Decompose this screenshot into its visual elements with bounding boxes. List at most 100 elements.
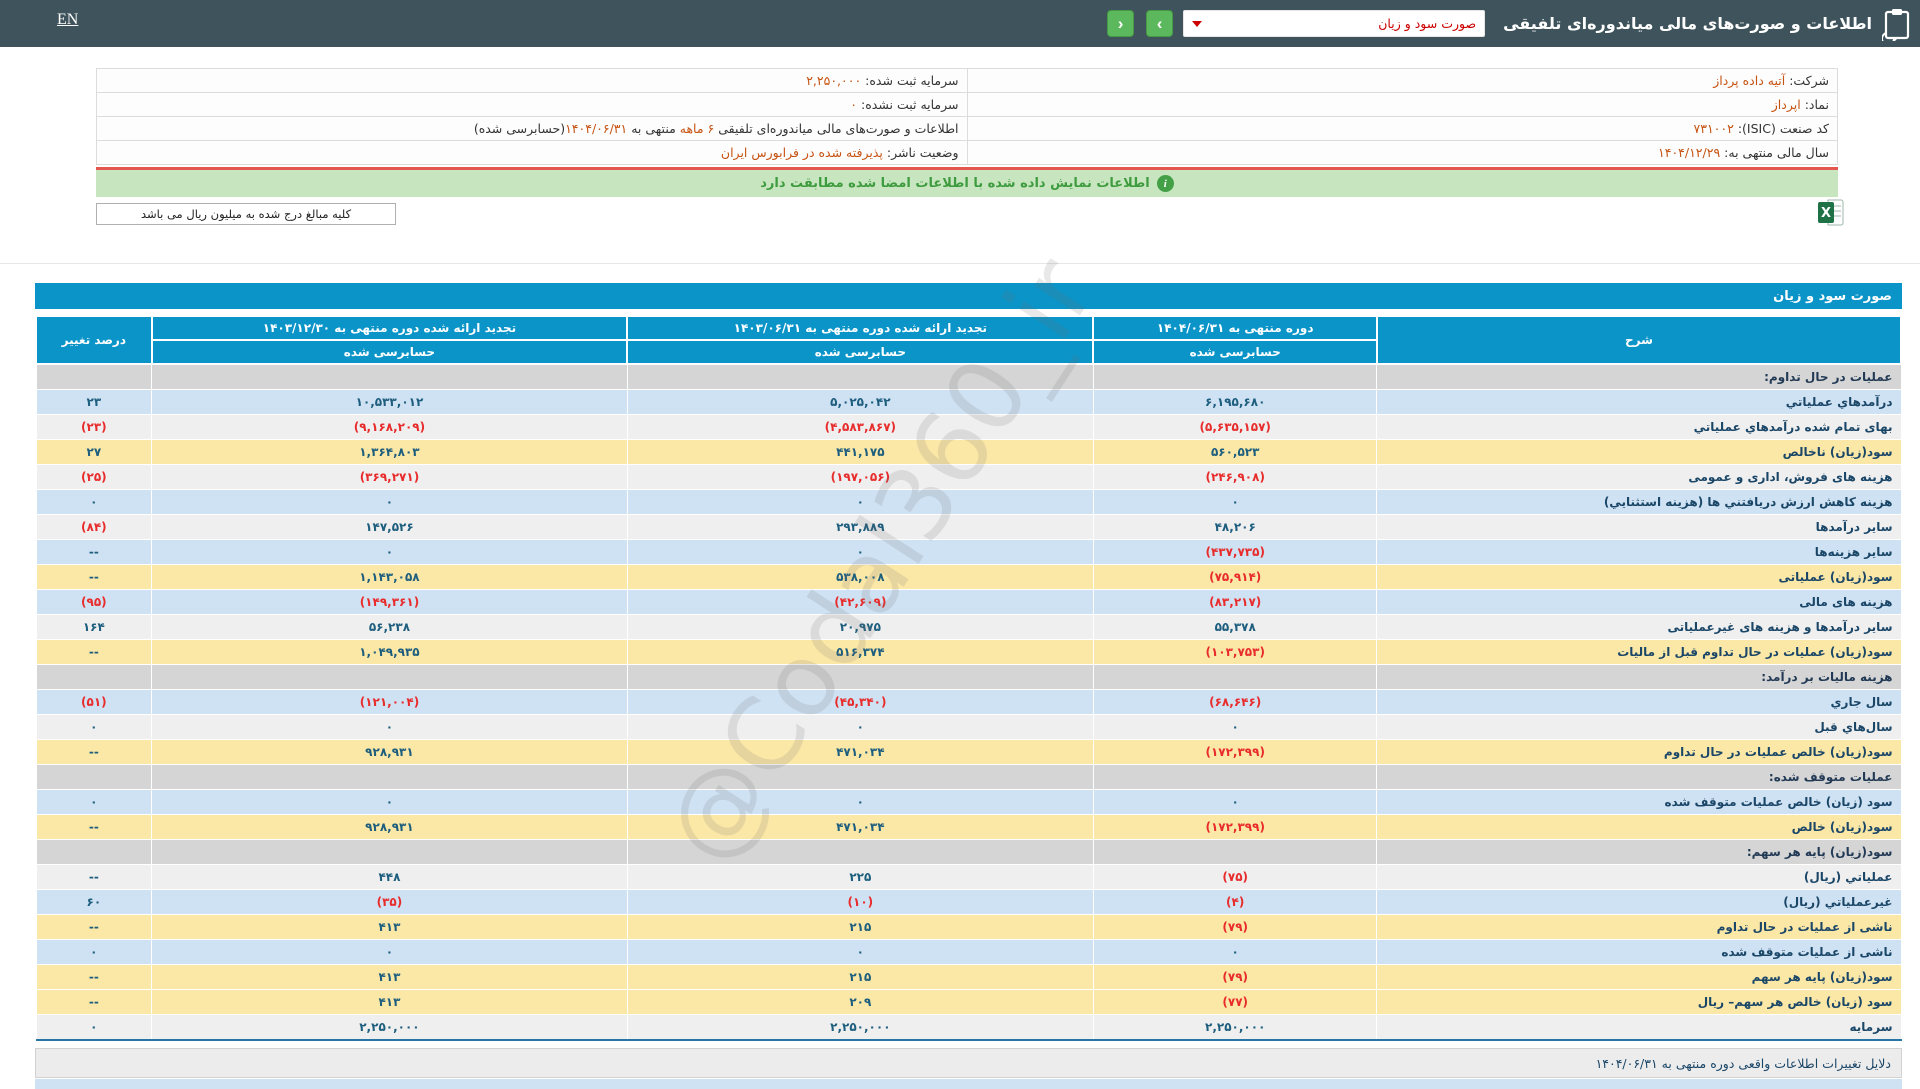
percent-change-cell: --	[36, 740, 152, 765]
row-label: سود (زیان) خالص عملیات متوقف شده	[1377, 790, 1901, 815]
col-header-description: شرح	[1377, 316, 1901, 364]
value-cell: ۵۶۰,۵۲۳	[1093, 440, 1376, 465]
statement-row: هزینه کاهش ارزش دریافتني ها (هزینه استثن…	[36, 490, 1901, 515]
percent-change-cell: ۰	[36, 790, 152, 815]
section-empty-cell	[152, 665, 628, 690]
value-cell: (۳۶۹,۲۷۱)	[152, 465, 628, 490]
info-row: سال مالی منتهی به:۱۴۰۴/۱۲/۲۹وضعیت ناشر:پ…	[97, 141, 1838, 165]
info-cell: سال مالی منتهی به: ۱۴۰۴/۱۲/۲۹	[967, 141, 1838, 165]
percent-change-cell: (۲۵)	[36, 465, 152, 490]
value-cell: ۰	[152, 940, 628, 965]
percent-change-cell: (۲۳)	[36, 415, 152, 440]
prev-report-button[interactable]: ‹	[1107, 10, 1134, 37]
clipboard-icon	[1882, 7, 1912, 41]
report-select[interactable]: صورت سود و زیان	[1183, 10, 1485, 37]
value-cell: ۲۱۵	[627, 965, 1093, 990]
info-value: ۷۳۱۰۰۲	[1694, 121, 1734, 136]
row-label: سود(زیان) ناخالص	[1377, 440, 1901, 465]
value-cell: (۹,۱۶۸,۲۰۹)	[152, 415, 628, 440]
value-cell: ۰	[627, 540, 1093, 565]
section-empty-cell	[152, 765, 628, 790]
row-label: سود(زیان) پایه هر سهم	[1377, 965, 1901, 990]
percent-change-cell: (۹۵)	[36, 590, 152, 615]
value-cell: ۱۰,۵۳۳,۰۱۲	[152, 390, 628, 415]
section-empty-cell	[152, 840, 628, 865]
company-info-table: شرکت:آتیه داده پردازسرمایه ثبت شده:۲,۲۵۰…	[96, 68, 1838, 165]
percent-change-cell: ۱۶۴	[36, 615, 152, 640]
value-cell: ۲,۲۵۰,۰۰۰	[1093, 1015, 1376, 1041]
row-label: سود (زیان) خالص هر سهم– ریال	[1377, 990, 1901, 1015]
language-en-link[interactable]: EN	[57, 11, 78, 29]
row-label: ناشی از عملیات متوقف شده	[1377, 940, 1901, 965]
info-label: سرمایه ثبت نشده:	[861, 97, 958, 112]
info-label: منتهی به	[627, 121, 680, 136]
value-cell: (۵,۶۳۵,۱۵۷)	[1093, 415, 1376, 440]
statement-row: عملیاتي (ریال)(۷۵)۲۲۵۴۴۸--	[36, 865, 1901, 890]
info-value: ۱۴۰۴/۱۲/۲۹	[1658, 145, 1720, 160]
section-row: عملیات در حال تداوم:	[36, 364, 1901, 390]
value-cell: ۵۱۶,۳۷۴	[627, 640, 1093, 665]
page-title: اطلاعات و صورت‌های مالی میاندوره‌ای تلفی…	[1503, 14, 1872, 33]
value-cell: ۴۱۳	[152, 965, 628, 990]
info-row: نماد:اپرداز سرمایه ثبت نشده: ۰	[97, 93, 1838, 117]
excel-export-icon[interactable]: X	[1818, 198, 1845, 227]
section-label: هزینه مالیات بر درآمد:	[1377, 665, 1901, 690]
section-label: سود(زیان) پایه هر سهم:	[1377, 840, 1901, 865]
info-cell: اطلاعات و صورت‌های مالی میاندوره‌ای تلفی…	[97, 117, 968, 141]
section-empty-cell	[1093, 665, 1376, 690]
row-label: عملیاتي (ریال)	[1377, 865, 1901, 890]
value-cell: (۸۳,۲۱۷)	[1093, 590, 1376, 615]
statement-row: سود(زیان) خالص(۱۷۲,۳۹۹)۴۷۱,۰۳۴۹۲۸,۹۳۱--	[36, 815, 1901, 840]
statement-row: سال جاري(۶۸,۶۴۶)(۴۵,۳۴۰)(۱۲۱,۰۰۴)(۵۱)	[36, 690, 1901, 715]
percent-change-cell: ۰	[36, 1015, 152, 1041]
statement-row: غیرعملیاتي (ریال)(۴)(۱۰)(۳۵)۶۰	[36, 890, 1901, 915]
value-cell: ۰	[152, 715, 628, 740]
statement-row: سال‌هاي قبل۰۰۰۰	[36, 715, 1901, 740]
row-label: سایر هزینه‌ها	[1377, 540, 1901, 565]
row-label: سال‌هاي قبل	[1377, 715, 1901, 740]
statement-row: سایر هزینه‌ها(۴۳۷,۷۳۵)۰۰--	[36, 540, 1901, 565]
value-cell: ۱,۳۶۴,۸۰۳	[152, 440, 628, 465]
row-label: درآمدهاي عملياتي	[1377, 390, 1901, 415]
statement-body: عملیات در حال تداوم:درآمدهاي عملياتي۶,۱۹…	[36, 364, 1901, 1040]
value-cell: ۱,۰۴۹,۹۳۵	[152, 640, 628, 665]
value-cell: ۴۷۱,۰۳۴	[627, 740, 1093, 765]
value-cell: (۱۰۳,۷۵۳)	[1093, 640, 1376, 665]
info-value: ۰	[850, 97, 857, 112]
info-value: آتیه داده پرداز	[1713, 73, 1785, 88]
value-cell: (۴)	[1093, 890, 1376, 915]
statement-title-bar: صورت سود و زیان	[35, 283, 1902, 309]
row-label: ناشی از عملیات در حال تداوم	[1377, 915, 1901, 940]
value-cell: ۴۸,۲۰۶	[1093, 515, 1376, 540]
statement-row: سرمایه۲,۲۵۰,۰۰۰۲,۲۵۰,۰۰۰۲,۲۵۰,۰۰۰۰	[36, 1015, 1901, 1041]
section-row: سود(زیان) پایه هر سهم:	[36, 840, 1901, 865]
section-empty-cell	[36, 765, 152, 790]
percent-change-cell: ۲۷	[36, 440, 152, 465]
statement-row: هزینه های مالی(۸۳,۲۱۷)(۴۲,۶۰۹)(۱۴۹,۳۶۱)(…	[36, 590, 1901, 615]
next-report-button[interactable]: ›	[1146, 10, 1173, 37]
info-label: شرکت:	[1789, 73, 1829, 88]
info-cell: نماد:اپرداز	[967, 93, 1838, 117]
report-select-value: صورت سود و زیان	[1378, 16, 1476, 31]
percent-change-cell: (۸۴)	[36, 515, 152, 540]
top-bar: اطلاعات و صورت‌های مالی میاندوره‌ای تلفی…	[0, 0, 1920, 47]
info-label: سال مالی منتهی به:	[1724, 145, 1829, 160]
chevron-down-icon	[1192, 21, 1202, 27]
percent-change-cell: (۵۱)	[36, 690, 152, 715]
info-cell: کد صنعت (ISIC): ۷۳۱۰۰۲	[967, 117, 1838, 141]
percent-change-cell: ۶۰	[36, 890, 152, 915]
signature-match-text: اطلاعات نمایش داده شده با اطلاعات امضا ش…	[760, 176, 1150, 191]
value-cell: ۰	[152, 790, 628, 815]
statement-row: سود(زیان) عملیاتی(۷۵,۹۱۴)۵۳۸,۰۰۸۱,۱۴۳,۰۵…	[36, 565, 1901, 590]
row-label: سایر درآمدها	[1377, 515, 1901, 540]
percent-change-cell: --	[36, 965, 152, 990]
info-icon: i	[1157, 175, 1174, 192]
section-empty-cell	[627, 364, 1093, 390]
value-cell: ۰	[627, 715, 1093, 740]
percent-change-cell: ۲۳	[36, 390, 152, 415]
value-cell: ۰	[1093, 490, 1376, 515]
info-label: کد صنعت (ISIC):	[1738, 121, 1829, 136]
value-cell: (۴۳۷,۷۳۵)	[1093, 540, 1376, 565]
value-cell: (۱۷۲,۳۹۹)	[1093, 815, 1376, 840]
statement-row: سود (زیان) خالص عملیات متوقف شده۰۰۰۰	[36, 790, 1901, 815]
